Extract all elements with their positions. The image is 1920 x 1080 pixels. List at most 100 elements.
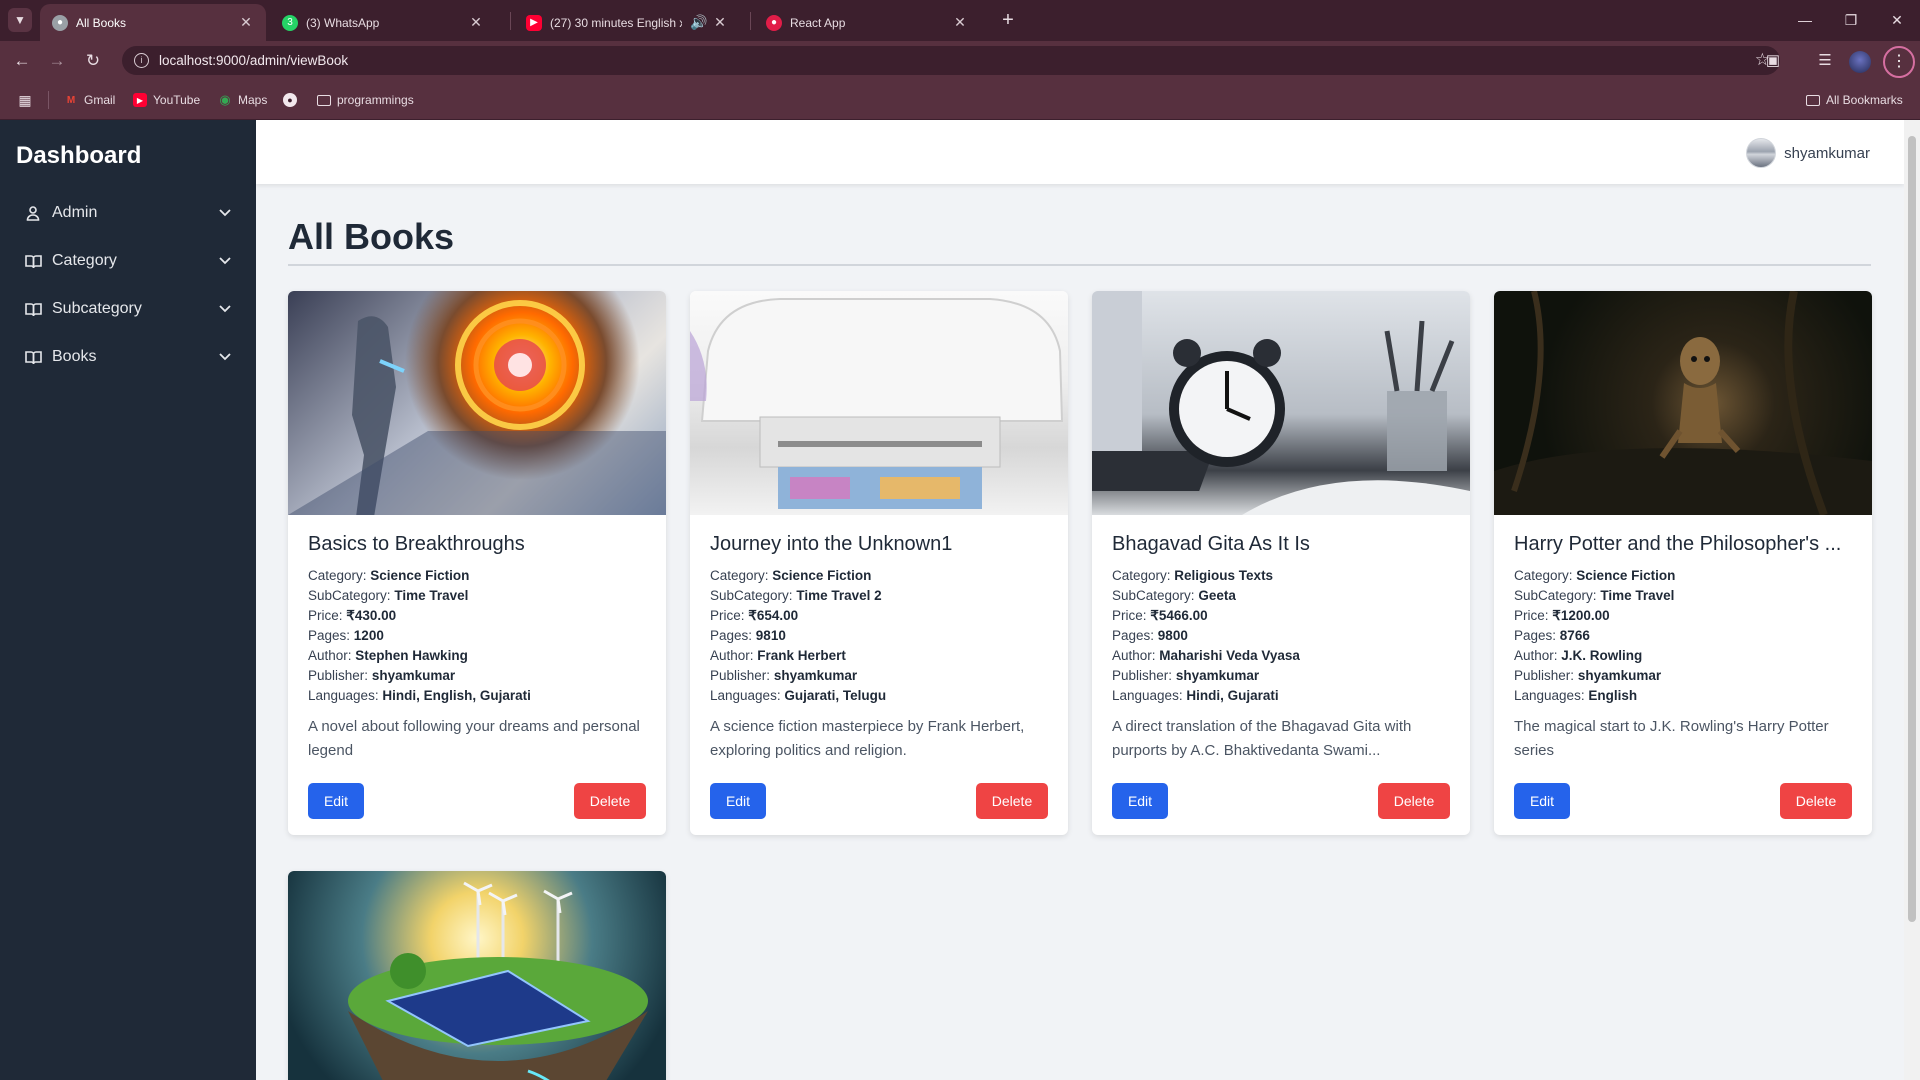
back-icon[interactable]: ←: [9, 48, 35, 74]
delete-button[interactable]: Delete: [976, 783, 1048, 819]
bookmark-youtube[interactable]: ▶ YouTube: [133, 91, 200, 109]
site-info-icon[interactable]: i: [134, 53, 149, 68]
app-viewport: Dashboard Admin Category Subcategory Boo…: [0, 120, 1920, 1080]
book-publisher: Publisher: shyamkumar: [1514, 668, 1662, 683]
bookmark-gmail[interactable]: M Gmail: [64, 91, 116, 109]
user-menu[interactable]: shyamkumar: [1746, 138, 1870, 168]
edit-button[interactable]: Edit: [1514, 783, 1570, 819]
book-pages: Pages: 1200: [308, 628, 384, 643]
book-description: A novel about following your dreams and …: [308, 718, 640, 759]
book-subcategory: SubCategory: Geeta: [1112, 588, 1236, 603]
address-bar[interactable]: i localhost:9000/admin/viewBook ☆: [122, 46, 1780, 75]
book-cover-image: [1494, 291, 1872, 515]
book-category: Category: Science Fiction: [1514, 568, 1676, 583]
book-author: Author: J.K. Rowling: [1514, 648, 1643, 663]
edit-button[interactable]: Edit: [1112, 783, 1168, 819]
user-icon: [24, 204, 42, 222]
tab-search-icon[interactable]: ▼: [8, 8, 32, 32]
book-category: Category: Science Fiction: [710, 568, 872, 583]
book-card: [288, 871, 666, 1080]
forward-icon[interactable]: →: [44, 48, 70, 74]
close-icon[interactable]: ✕: [238, 14, 254, 31]
restore-icon[interactable]: ❐: [1828, 0, 1874, 40]
book-cover-image: [690, 291, 1068, 515]
youtube-icon: ▶: [526, 14, 542, 31]
folder-icon: [317, 94, 331, 106]
media-controls-icon[interactable]: ☰: [1814, 50, 1836, 72]
bookmark-github[interactable]: ●: [283, 91, 297, 109]
browser-tab-whatsapp[interactable]: 3 (3) WhatsApp ✕: [270, 4, 496, 41]
book-languages: Languages: Hindi, English, Gujarati: [308, 688, 531, 703]
scrollbar-thumb[interactable]: [1908, 136, 1916, 922]
sidebar-item-subcategory[interactable]: Subcategory: [24, 295, 232, 323]
all-bookmarks[interactable]: All Bookmarks: [1806, 91, 1903, 109]
book-price: Price: ₹1200.00: [1514, 608, 1610, 623]
chevron-down-icon: [218, 206, 232, 220]
bookmark-label: Maps: [238, 93, 268, 107]
username: shyamkumar: [1784, 144, 1870, 162]
page-title: All Books: [288, 216, 455, 257]
book-pages: Pages: 9810: [710, 628, 786, 643]
browser-tab-react-app[interactable]: ● React App ✕: [754, 4, 980, 41]
react-icon: ●: [766, 14, 782, 31]
book-languages: Languages: Hindi, Gujarati: [1112, 688, 1279, 703]
bookmark-label: Gmail: [84, 93, 116, 107]
profile-avatar-icon[interactable]: [1849, 51, 1871, 73]
book-languages: Languages: English: [1514, 688, 1638, 703]
book-description: A direct translation of the Bhagavad Git…: [1112, 718, 1412, 759]
book-cover-image: [1092, 291, 1470, 515]
folder-icon: [1806, 94, 1820, 106]
url-text: localhost:9000/admin/viewBook: [159, 53, 349, 68]
chevron-down-icon: [218, 254, 232, 268]
youtube-icon: ▶: [133, 93, 147, 107]
sidebar-item-admin[interactable]: Admin: [24, 199, 232, 227]
bookmark-label: YouTube: [153, 93, 201, 107]
page-scrollbar[interactable]: [1904, 120, 1920, 1080]
speaker-icon[interactable]: 🔊: [690, 14, 707, 31]
apps-grid-icon[interactable]: ▦: [18, 91, 32, 109]
delete-button[interactable]: Delete: [1780, 783, 1852, 819]
bookmark-programmings[interactable]: programmings: [317, 91, 414, 109]
sidebar-item-books[interactable]: Books: [24, 343, 232, 371]
book-price: Price: ₹430.00: [308, 608, 397, 623]
github-icon: ●: [283, 93, 297, 107]
book-author: Author: Maharishi Veda Vyasa: [1112, 648, 1300, 663]
close-icon[interactable]: ✕: [468, 14, 484, 31]
close-icon[interactable]: ✕: [952, 14, 968, 31]
close-window-icon[interactable]: ✕: [1874, 0, 1920, 40]
book-pages: Pages: 8766: [1514, 628, 1590, 643]
delete-button[interactable]: Delete: [574, 783, 646, 819]
sidebar-item-category[interactable]: Category: [24, 247, 232, 275]
avatar: [1746, 138, 1777, 168]
minimize-icon[interactable]: —: [1782, 0, 1828, 40]
book-open-icon: [24, 348, 42, 366]
globe-icon: ●: [52, 14, 68, 31]
bookmark-label: programmings: [337, 93, 414, 107]
reload-icon[interactable]: ↻: [80, 48, 106, 74]
bookmark-maps[interactable]: ◉ Maps: [218, 91, 267, 109]
book-price: Price: ₹654.00: [710, 608, 799, 623]
book-pages: Pages: 9800: [1112, 628, 1188, 643]
edit-button[interactable]: Edit: [710, 783, 766, 819]
maps-icon: ◉: [219, 92, 231, 107]
delete-button[interactable]: Delete: [1378, 783, 1450, 819]
top-header: shyamkumar: [256, 120, 1904, 184]
new-tab-icon[interactable]: +: [996, 9, 1020, 33]
chevron-down-icon: [218, 302, 232, 316]
whatsapp-icon: 3: [282, 14, 298, 31]
tab-label: (27) 30 minutes English x H: [550, 15, 682, 30]
edit-button[interactable]: Edit: [308, 783, 364, 819]
book-open-icon: [24, 300, 42, 318]
sidebar-item-label: Books: [52, 348, 97, 365]
all-bookmarks-label: All Bookmarks: [1826, 93, 1903, 107]
book-publisher: Publisher: shyamkumar: [1112, 668, 1260, 683]
browser-menu-icon[interactable]: ⋮: [1883, 46, 1915, 78]
chevron-down-icon: [218, 350, 232, 364]
browser-tab-all-books[interactable]: ● All Books ✕: [40, 4, 266, 41]
extensions-icon[interactable]: ▣: [1762, 50, 1784, 72]
book-card: Basics to Breakthroughs Category: Scienc…: [288, 291, 666, 835]
browser-toolbar: ← → ↻ i localhost:9000/admin/viewBook ☆ …: [0, 41, 1920, 79]
close-icon[interactable]: ✕: [712, 14, 728, 31]
browser-tab-youtube[interactable]: ▶ (27) 30 minutes English x H 🔊 ✕: [514, 4, 740, 41]
book-author: Author: Frank Herbert: [710, 648, 846, 663]
